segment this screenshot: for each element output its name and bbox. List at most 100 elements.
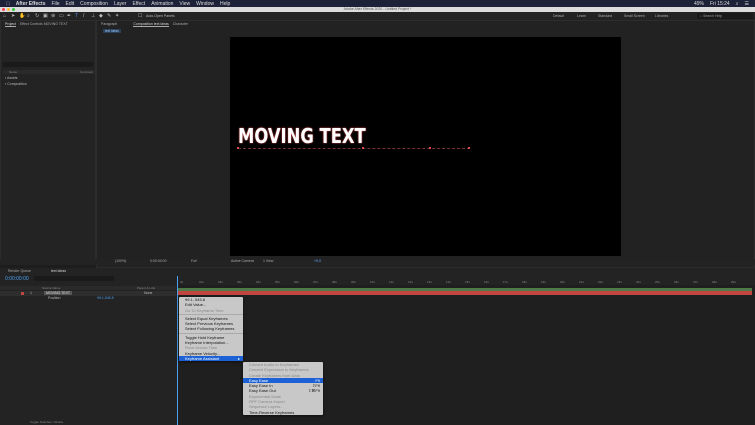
pen-tool-icon[interactable]: ✒ (67, 13, 72, 19)
puppet-tool-icon[interactable]: ✶ (115, 13, 120, 19)
property-value[interactable]: 99.1,545.8 (97, 296, 114, 300)
layer-number: 1 (30, 291, 32, 295)
menu-item-label: Keyframe Assistant (185, 355, 220, 361)
timeline-tabs: Render Queue text ideas (0, 268, 755, 274)
ruler-tick-label: 03s (237, 280, 242, 284)
workspace-libraries[interactable]: Libraries (655, 14, 668, 18)
composition-tabs: Paragraph Composition text ideas Charact… (97, 21, 754, 27)
exposure-value[interactable]: +0.0 (314, 259, 321, 263)
column-comment[interactable]: Comment (80, 70, 93, 74)
ruler-tick-label: 29s (731, 280, 736, 284)
clone-stamp-tool-icon[interactable]: ⊥ (91, 13, 96, 19)
rotate-tool-icon[interactable]: ↻ (35, 13, 40, 19)
tab-render-queue[interactable]: Render Queue (8, 269, 31, 273)
workspace-learn[interactable]: Learn (577, 14, 586, 18)
menu-animation[interactable]: Animation (151, 1, 173, 7)
viewer-timecode[interactable]: 0:00:00:00 (150, 259, 167, 263)
app-menu[interactable]: After Effects (16, 1, 46, 7)
property-row[interactable]: Position 99.1,545.8 (0, 296, 176, 301)
close-window-button[interactable] (2, 8, 5, 11)
menu-item-label: Convert Expression to Keyframes (249, 367, 309, 373)
menu-item-label: 99.1, 545.8 (185, 297, 206, 302)
motion-keyframe[interactable] (468, 147, 470, 149)
menu-window[interactable]: Window (196, 1, 214, 7)
menu-item-select-following-keyframes[interactable]: Select Following Keyframes (179, 326, 243, 331)
brush-tool-icon[interactable]: / (83, 13, 88, 19)
zoom-tool-icon[interactable]: ⌕ (27, 13, 32, 19)
roto-brush-tool-icon[interactable]: ✎ (107, 13, 112, 19)
ruler-tick-label: 23s (617, 280, 622, 284)
moving-text-layer[interactable]: MOVING TEXT (238, 124, 366, 148)
ruler-tick-label: 08s (332, 280, 337, 284)
home-icon[interactable]: ⌂ (3, 13, 8, 19)
tab-project[interactable]: Project (5, 22, 16, 27)
motion-path (238, 148, 470, 149)
type-tool-icon[interactable]: T (75, 13, 80, 19)
camera-select[interactable]: Active Camera (231, 259, 254, 263)
ruler-tick-label: 24s (636, 280, 641, 284)
label-color[interactable] (21, 292, 24, 295)
zoom-window-button[interactable] (12, 8, 15, 11)
project-item-assets[interactable]: ▪ Assets (5, 76, 18, 80)
tab-text-ideas[interactable]: text ideas (51, 269, 66, 273)
selection-tool-icon[interactable]: ➤ (11, 13, 16, 19)
property-name: Position (48, 296, 61, 300)
menu-item-label: Sequence Layers... (249, 404, 284, 410)
tab-effect-controls[interactable]: Effect Controls MOVING TEXT (20, 22, 68, 26)
menu-file[interactable]: File (51, 1, 59, 7)
shape-tool-icon[interactable]: ▭ (59, 13, 64, 19)
menu-extras-icon[interactable]: ☰ (745, 1, 749, 7)
toggle-switches-modes[interactable]: Toggle Switches / Modes (30, 420, 63, 424)
menu-help[interactable]: Help (220, 1, 230, 7)
ruler-tick-label: 25s (655, 280, 660, 284)
column-name[interactable]: Name (9, 70, 17, 74)
menu-effect[interactable]: Effect (132, 1, 145, 7)
eraser-tool-icon[interactable]: ◆ (99, 13, 104, 19)
checkbox-icon[interactable]: ☐ (138, 13, 143, 19)
ruler-tick-label: 12s (408, 280, 413, 284)
timeline-search-input[interactable] (34, 276, 114, 281)
workspace-default[interactable]: Default (553, 14, 564, 18)
views-select[interactable]: 1 View (263, 259, 273, 263)
workspace-standard[interactable]: Standard (598, 14, 612, 18)
timeline-timecode[interactable]: 0:00:00:00 (5, 276, 29, 282)
column-source-name[interactable]: Source Name (42, 286, 60, 290)
timeline-panel: Render Queue text ideas 0:00:00:00 Sourc… (0, 268, 755, 425)
menu-item-keyframe-assistant[interactable]: Keyframe Assistant ▸ (179, 355, 243, 362)
motion-keyframe[interactable] (362, 147, 364, 149)
minimize-window-button[interactable] (7, 8, 10, 11)
hand-tool-icon[interactable]: ✋ (19, 13, 25, 19)
project-item-composition[interactable]: ▪ Composition (5, 82, 27, 86)
auto-open-panels[interactable]: Auto-Open Panels (146, 14, 175, 18)
apple-icon[interactable]:  (6, 1, 10, 7)
parent-select[interactable]: None (144, 291, 152, 295)
menu-item-time-reverse-keyframes[interactable]: Time-Reverse Keyframes (243, 410, 323, 415)
menu-layer[interactable]: Layer (114, 1, 127, 7)
motion-keyframe[interactable] (429, 147, 431, 149)
pan-behind-tool-icon[interactable]: ⊕ (51, 13, 56, 19)
menu-item-label: Keyframe Interpolation... (185, 340, 229, 346)
layer-columns: Source Name Parent & Link (0, 286, 176, 290)
search-help-input[interactable]: ⌕ Search Help (697, 13, 753, 19)
ruler-tick-label: 06s (294, 280, 299, 284)
motion-keyframe[interactable] (237, 147, 239, 149)
project-search-input[interactable] (3, 62, 93, 67)
menu-composition[interactable]: Composition (80, 1, 108, 7)
resolution-select[interactable]: Full (191, 259, 197, 263)
tab-character[interactable]: Character (173, 22, 188, 26)
menu-item-label: Create Keyframes from Data (249, 372, 300, 378)
zoom-select[interactable]: (100%) (115, 259, 126, 263)
comp-breadcrumb[interactable]: text ideas (103, 29, 121, 33)
menu-edit[interactable]: Edit (66, 1, 75, 7)
tab-paragraph[interactable]: Paragraph (101, 22, 117, 26)
layer-name[interactable]: MOVING TEXT (44, 291, 73, 295)
workspace-small-screen[interactable]: Small Screen (624, 14, 645, 18)
camera-tool-icon[interactable]: ▣ (43, 13, 48, 19)
search-icon[interactable]: ⌕ (736, 1, 739, 7)
clock: Fri 15:24 (709, 0, 730, 7)
ruler-tick-label: 02s (218, 280, 223, 284)
tab-composition[interactable]: Composition text ideas (133, 22, 169, 27)
column-parent[interactable]: Parent & Link (137, 286, 155, 290)
menu-view[interactable]: View (179, 1, 190, 7)
layer-duration-bar[interactable] (177, 291, 752, 295)
